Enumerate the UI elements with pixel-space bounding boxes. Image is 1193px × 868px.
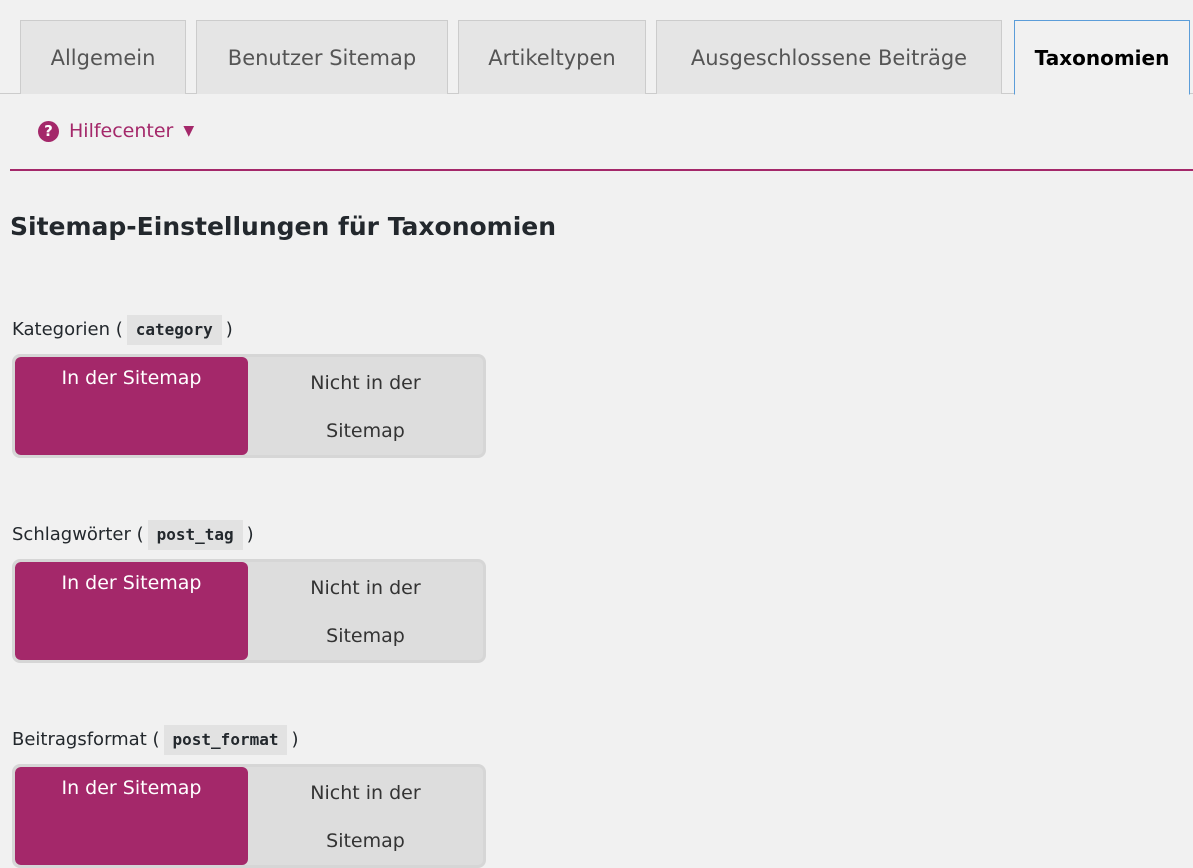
tab-allgemein[interactable]: Allgemein: [20, 20, 186, 94]
sitemap-settings-page: Allgemein Benutzer Sitemap Artikeltypen …: [0, 0, 1193, 868]
in-sitemap-option[interactable]: In der Sitemap: [15, 357, 248, 455]
setting-label-post-tag: Schlagwörter (post_tag): [12, 520, 254, 550]
tab-taxonomien[interactable]: Taxonomien: [1014, 20, 1190, 95]
toggle-post-tag: In der Sitemap Nicht in der Sitemap: [12, 559, 486, 663]
taxonomy-slug: post_format: [163, 725, 288, 755]
setting-label-post-format: Beitragsformat (post_format): [12, 725, 299, 755]
not-in-sitemap-option[interactable]: Nicht in der Sitemap: [248, 357, 483, 455]
toggle-post-format: In der Sitemap Nicht in der Sitemap: [12, 764, 486, 868]
taxonomy-slug: category: [126, 315, 222, 345]
taxonomy-slug: post_tag: [147, 520, 243, 550]
tab-bar: Allgemein Benutzer Sitemap Artikeltypen …: [0, 0, 1193, 95]
not-in-sitemap-option[interactable]: Nicht in der Sitemap: [248, 562, 483, 660]
help-center-label: Hilfecenter: [69, 120, 174, 142]
help-center-toggle[interactable]: ? Hilfecenter ▼: [38, 116, 194, 146]
tab-benutzer-sitemap[interactable]: Benutzer Sitemap: [196, 20, 448, 94]
not-in-sitemap-option[interactable]: Nicht in der Sitemap: [248, 767, 483, 865]
question-circle-icon: ?: [38, 120, 59, 142]
in-sitemap-option[interactable]: In der Sitemap: [15, 767, 248, 865]
tab-artikeltypen[interactable]: Artikeltypen: [458, 20, 646, 94]
in-sitemap-option[interactable]: In der Sitemap: [15, 562, 248, 660]
page-title: Sitemap-Einstellungen für Taxonomien: [10, 212, 557, 241]
toggle-category: In der Sitemap Nicht in der Sitemap: [12, 354, 486, 458]
caret-down-icon: ▼: [183, 123, 195, 139]
help-divider: [10, 169, 1193, 171]
setting-label-category: Kategorien (category): [12, 315, 233, 345]
tab-ausgeschlossene-beitraege[interactable]: Ausgeschlossene Beiträge: [656, 20, 1002, 94]
